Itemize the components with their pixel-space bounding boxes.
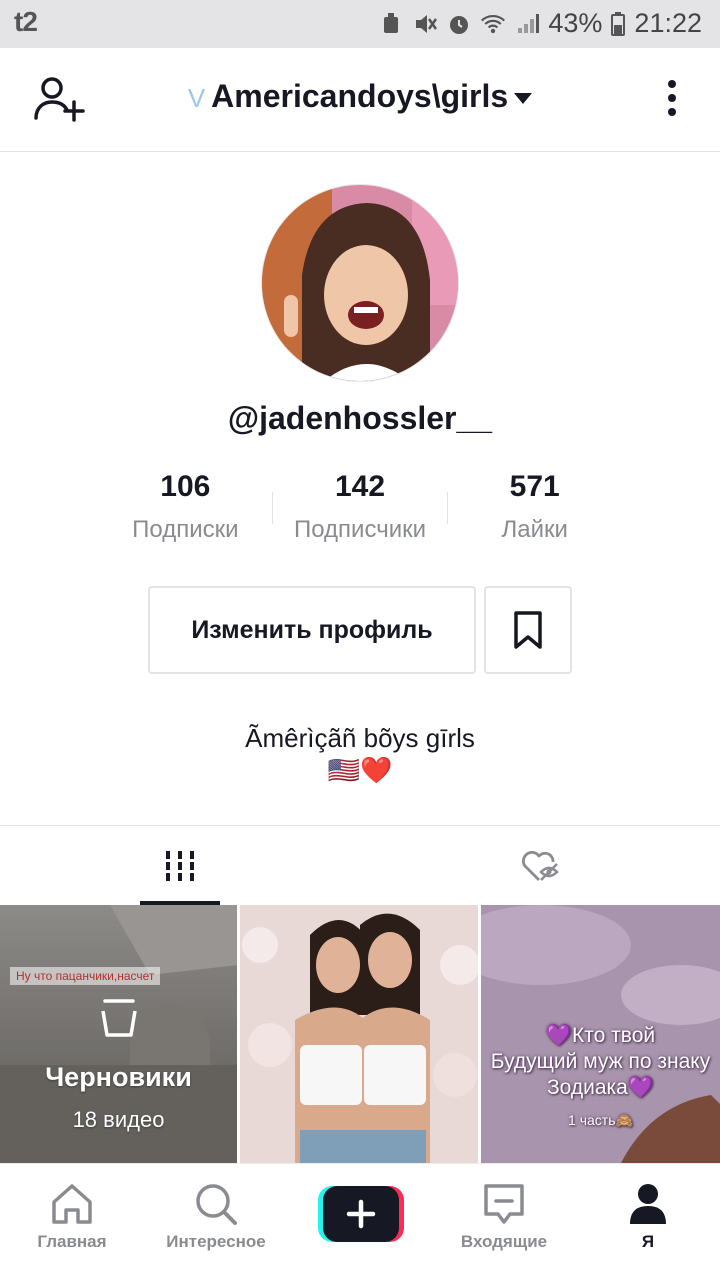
nav-discover[interactable]: Интересное — [144, 1182, 288, 1252]
drafts-count: 18 видео — [72, 1107, 165, 1132]
account-title: Americandoys\girls — [211, 78, 509, 114]
nav-profile[interactable]: Я — [576, 1182, 720, 1252]
home-icon — [52, 1184, 92, 1224]
caption-line: Зодиака💜 — [546, 1076, 655, 1099]
nav-discover-label: Интересное — [166, 1232, 266, 1251]
mute-icon — [416, 14, 438, 33]
followers-count: 142 — [334, 470, 386, 503]
username: @jadenhossler__ — [227, 400, 493, 436]
clock: 21:22 — [634, 8, 702, 38]
caption-line: Будущий муж по знаку — [490, 1050, 711, 1073]
likes-stat[interactable]: 571 Лайки — [447, 470, 622, 550]
nav-profile-label: Я — [641, 1232, 655, 1251]
bio: Ãmêrìçãñ bõys gīrls 🇺🇸❤️ — [0, 722, 720, 786]
drafts-tile[interactable]: Ну что пацанчики,насчет Черновики 18 вид… — [0, 905, 237, 1163]
alarm-icon — [450, 15, 469, 34]
profile-header: V Americandoys\girls — [0, 48, 720, 152]
drafts-caption: Ну что пацанчики,насчет — [10, 967, 161, 985]
favorites-button[interactable] — [484, 586, 572, 674]
video-thumbnail[interactable]: 💜Кто твой Будущий муж по знаку Зодиака💜 … — [481, 905, 720, 1163]
profile-tabs — [0, 825, 720, 905]
android-icon — [384, 12, 399, 33]
stat-divider — [447, 492, 448, 524]
followers-stat[interactable]: 142 Подписчики — [273, 470, 448, 550]
search-icon — [196, 1184, 237, 1225]
followers-label: Подписчики — [293, 516, 427, 543]
battery-percent: 43% — [548, 8, 603, 38]
likes-count: 571 — [509, 470, 560, 503]
wifi-icon — [481, 14, 506, 33]
profile-stats: 106 Подписки 142 Подписчики 571 Лайки — [98, 470, 622, 550]
carrier-label: t2 — [14, 6, 38, 37]
liked-hidden-icon — [522, 851, 559, 881]
create-video-button[interactable] — [318, 1186, 404, 1242]
status-icons: 43% 21:22 — [378, 8, 702, 39]
video-thumbnail-image — [240, 905, 478, 1163]
likes-label: Лайки — [501, 516, 568, 543]
verified-v-icon: V — [187, 83, 206, 113]
following-count: 106 — [160, 470, 211, 503]
plus-icon — [318, 1186, 404, 1242]
bio-line: Ãmêrìçãñ bõys gīrls — [245, 723, 475, 753]
battery-icon — [611, 11, 626, 36]
bio-emoji-line: 🇺🇸❤️ — [327, 755, 393, 785]
following-stat[interactable]: 106 Подписки — [98, 470, 273, 550]
nav-home-label: Главная — [37, 1232, 107, 1251]
caption-line: 1 часть🙈 — [568, 1112, 633, 1128]
caption-line: 💜Кто твой — [545, 1024, 656, 1047]
video-thumbnail[interactable] — [240, 905, 478, 1163]
nav-inbox-label: Входящие — [460, 1232, 548, 1251]
profile-icon — [630, 1184, 666, 1224]
stat-divider — [272, 492, 273, 524]
drafts-label: Черновики — [45, 1062, 192, 1092]
nav-home[interactable]: Главная — [0, 1182, 144, 1252]
following-label: Подписки — [132, 516, 239, 543]
account-switcher[interactable]: V Americandoys\girls — [0, 78, 720, 115]
bottom-navigation: Главная Интересное Входящие Я — [0, 1163, 720, 1280]
tab-liked[interactable] — [360, 826, 720, 906]
inbox-icon — [484, 1184, 524, 1224]
tab-videos[interactable] — [0, 826, 360, 906]
status-bar: t2 43% 21:22 — [0, 0, 720, 48]
chevron-down-icon — [514, 93, 533, 105]
avatar-photo — [262, 185, 458, 381]
drafts-icon — [100, 999, 137, 1037]
edit-profile-button[interactable]: Изменить профиль — [148, 586, 476, 674]
bookmark-icon — [514, 611, 542, 649]
video-grid: Ну что пацанчики,насчет Черновики 18 вид… — [0, 905, 720, 1163]
drafts-info: Черновики 18 видео — [0, 997, 237, 1133]
videos-grid-icon — [166, 851, 194, 881]
avatar[interactable] — [261, 184, 459, 382]
more-options-icon[interactable] — [664, 80, 680, 120]
signal-icon — [518, 13, 540, 33]
video-caption: 💜Кто твой Будущий муж по знаку Зодиака💜 … — [481, 1023, 720, 1133]
nav-inbox[interactable]: Входящие — [432, 1182, 576, 1252]
